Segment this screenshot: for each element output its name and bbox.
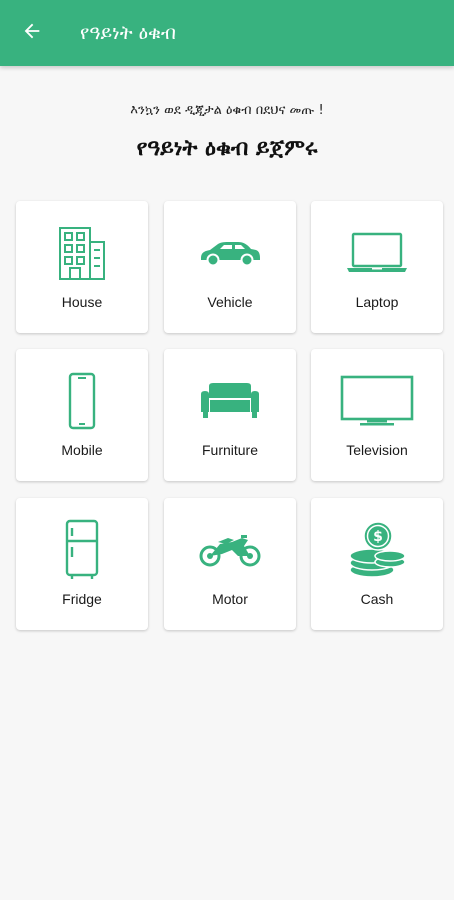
welcome-text: እንኳን ወደ ዲጂታል ዕቁብ በደህና መጡ ! <box>130 103 324 118</box>
category-card-vehicle[interactable]: Vehicle <box>164 201 296 333</box>
category-label: Motor <box>212 591 248 607</box>
category-label: House <box>61 294 103 310</box>
category-card-mobile[interactable]: Mobile <box>16 349 148 481</box>
motorcycle-icon <box>190 520 270 580</box>
sofa-icon <box>190 371 270 431</box>
svg-text:$: $ <box>373 529 383 545</box>
coins-icon: $ <box>337 520 417 580</box>
category-label: Fridge <box>62 591 102 607</box>
page-title: የዓይነት ዕቁብ <box>80 22 176 44</box>
car-icon <box>190 223 270 283</box>
category-label: Mobile <box>61 442 103 458</box>
arrow-left-icon <box>21 20 43 46</box>
category-label: Laptop <box>355 294 399 310</box>
app-bar: የዓይነት ዕቁብ <box>0 0 454 66</box>
building-icon <box>42 223 122 283</box>
category-card-cash[interactable]: $ Cash <box>311 498 443 630</box>
category-card-laptop[interactable]: Laptop <box>311 201 443 333</box>
category-label: Furniture <box>201 442 259 458</box>
category-card-furniture[interactable]: Furniture <box>164 349 296 481</box>
category-card-television[interactable]: Television <box>311 349 443 481</box>
laptop-icon <box>337 223 417 283</box>
category-card-house[interactable]: House <box>16 201 148 333</box>
category-label: Vehicle <box>207 294 253 310</box>
category-card-motor[interactable]: Motor <box>164 498 296 630</box>
category-label: Cash <box>360 591 394 607</box>
back-button[interactable] <box>18 19 46 47</box>
category-label: Television <box>346 442 408 458</box>
mobile-phone-icon <box>42 371 122 431</box>
television-icon <box>337 371 417 431</box>
fridge-icon <box>42 519 122 580</box>
category-card-fridge[interactable]: Fridge <box>16 498 148 630</box>
headline: የዓይነት ዕቁብ ይጀምሩ <box>136 136 318 161</box>
